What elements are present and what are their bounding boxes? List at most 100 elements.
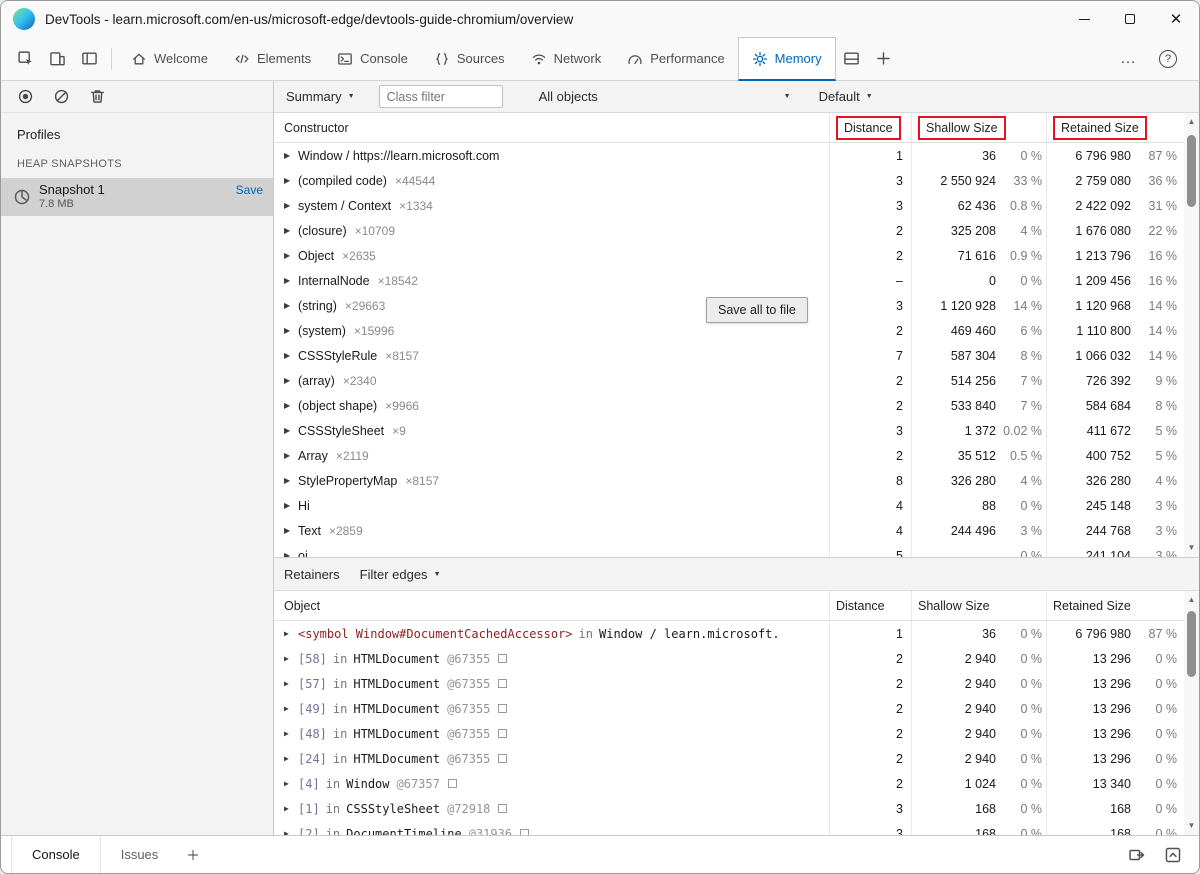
column-header-shallow-size[interactable]: Shallow Size — [918, 116, 1006, 140]
constructor-row[interactable]: ▶system / Context×1334362 4360.8 %2 422 … — [274, 193, 1199, 218]
constructor-row[interactable]: ▶(array)×23402514 2567 %726 3929 % — [274, 368, 1199, 393]
scroll-up-icon[interactable]: ▲ — [1184, 115, 1199, 129]
add-tab-icon[interactable] — [868, 43, 900, 75]
expand-arrow-icon[interactable]: ▶ — [284, 804, 298, 813]
retainer-row[interactable]: ▶<symbol Window#DocumentCachedAccessor>i… — [274, 621, 1199, 646]
expand-arrow-icon[interactable]: ▶ — [284, 426, 298, 435]
expand-arrow-icon[interactable]: ▶ — [284, 176, 298, 185]
constructor-row[interactable]: ▶Object×2635271 6160.9 %1 213 79616 % — [274, 243, 1199, 268]
device-emulation-icon[interactable] — [41, 43, 73, 75]
retainer-row[interactable]: ▶[4]inWindow@6735721 0240 %13 3400 % — [274, 771, 1199, 796]
column-header-constructor[interactable]: Constructor — [284, 121, 349, 135]
drawer-tab-issues[interactable]: Issues — [101, 836, 179, 873]
scrollbar-thumb[interactable] — [1187, 611, 1196, 677]
expand-arrow-icon[interactable]: ▶ — [284, 251, 298, 260]
retainer-row[interactable]: ▶[49]inHTMLDocument@6735522 9400 %13 296… — [274, 696, 1199, 721]
expand-drawer-icon[interactable] — [1161, 843, 1185, 867]
maximize-button[interactable] — [1107, 1, 1153, 37]
scrollbar-thumb[interactable] — [1187, 135, 1196, 207]
node-select[interactable]: Default ▼ — [819, 89, 873, 104]
class-filter-input[interactable] — [379, 85, 503, 108]
scroll-down-icon[interactable]: ▼ — [1184, 819, 1199, 833]
tab-sources[interactable]: Sources — [421, 37, 518, 80]
expand-arrow-icon[interactable]: ▶ — [284, 704, 298, 713]
dock-side-icon[interactable] — [836, 43, 868, 75]
retainers-scrollbar[interactable]: ▲ ▼ — [1184, 591, 1199, 835]
reveal-box-icon[interactable] — [520, 829, 529, 835]
expand-arrow-icon[interactable]: ▶ — [284, 151, 298, 160]
constructor-row[interactable]: ▶Array×2119235 5120.5 %400 7525 % — [274, 443, 1199, 468]
inspect-icon[interactable] — [9, 43, 41, 75]
retainer-row[interactable]: ▶[48]inHTMLDocument@6735522 9400 %13 296… — [274, 721, 1199, 746]
column-header-distance[interactable]: Distance — [836, 599, 885, 613]
expand-arrow-icon[interactable]: ▶ — [284, 301, 298, 310]
snapshot-save-link[interactable]: Save — [236, 184, 263, 198]
reveal-box-icon[interactable] — [498, 654, 507, 663]
reveal-box-icon[interactable] — [498, 804, 507, 813]
expand-arrow-icon[interactable]: ▶ — [284, 476, 298, 485]
expand-arrow-icon[interactable]: ▶ — [284, 779, 298, 788]
focus-panel-icon[interactable] — [73, 43, 105, 75]
save-all-to-file-button[interactable]: Save all to file — [706, 297, 808, 323]
reveal-box-icon[interactable] — [498, 679, 507, 688]
perspective-select[interactable]: Summary ▼ — [286, 89, 355, 104]
expand-arrow-icon[interactable]: ▶ — [284, 679, 298, 688]
expand-arrow-icon[interactable]: ▶ — [284, 401, 298, 410]
drawer-tab-console[interactable]: Console — [11, 836, 101, 873]
close-button[interactable]: ✕ — [1153, 1, 1199, 37]
reveal-box-icon[interactable] — [498, 754, 507, 763]
tab-welcome[interactable]: Welcome — [118, 37, 221, 80]
retainer-row[interactable]: ▶[57]inHTMLDocument@6735522 9400 %13 296… — [274, 671, 1199, 696]
expand-arrow-icon[interactable]: ▶ — [284, 829, 298, 835]
help-icon[interactable]: ? — [1159, 50, 1177, 68]
expand-arrow-icon[interactable]: ▶ — [284, 526, 298, 535]
reveal-box-icon[interactable] — [498, 729, 507, 738]
filter-edges-select[interactable]: Filter edges ▼ — [360, 567, 441, 582]
expand-arrow-icon[interactable]: ▶ — [284, 276, 298, 285]
column-header-distance[interactable]: Distance — [836, 116, 901, 140]
expand-arrow-icon[interactable]: ▶ — [284, 551, 298, 557]
add-drawer-tab-icon[interactable] — [178, 840, 208, 870]
expand-arrow-icon[interactable]: ▶ — [284, 326, 298, 335]
expand-arrow-icon[interactable]: ▶ — [284, 451, 298, 460]
retainer-row[interactable]: ▶[58]inHTMLDocument@6735522 9400 %13 296… — [274, 646, 1199, 671]
constructor-row[interactable]: ▶CSSStyleRule×81577587 3048 %1 066 03214… — [274, 343, 1199, 368]
delete-profile-button[interactable] — [87, 87, 107, 107]
constructor-row[interactable]: ▶Hi4880 %245 1483 % — [274, 493, 1199, 518]
column-header-object[interactable]: Object — [284, 599, 320, 613]
expand-arrow-icon[interactable]: ▶ — [284, 226, 298, 235]
expand-arrow-icon[interactable]: ▶ — [284, 351, 298, 360]
constructor-row[interactable]: ▶Text×28594244 4963 %244 7683 % — [274, 518, 1199, 543]
expand-arrow-icon[interactable]: ▶ — [284, 629, 298, 638]
constructor-scrollbar[interactable]: ▲ ▼ — [1184, 113, 1199, 557]
column-header-retained-size[interactable]: Retained Size — [1053, 116, 1147, 140]
reveal-box-icon[interactable] — [498, 704, 507, 713]
constructor-row[interactable]: ▶(compiled code)×4454432 550 92433 %2 75… — [274, 168, 1199, 193]
objects-select[interactable]: All objects ▼ — [539, 89, 791, 104]
expand-arrow-icon[interactable]: ▶ — [284, 654, 298, 663]
snapshot-item[interactable]: Snapshot 1 Save 7.8 MB — [1, 178, 273, 216]
constructor-row[interactable]: ▶Window / https://learn.microsoft.com136… — [274, 143, 1199, 168]
column-header-retained-size[interactable]: Retained Size — [1053, 599, 1131, 613]
column-header-shallow-size[interactable]: Shallow Size — [918, 599, 990, 613]
expand-arrow-icon[interactable]: ▶ — [284, 201, 298, 210]
expand-arrow-icon[interactable]: ▶ — [284, 754, 298, 763]
reveal-box-icon[interactable] — [448, 779, 457, 788]
more-options-icon[interactable]: … — [1112, 50, 1145, 68]
clear-profiles-button[interactable] — [51, 87, 71, 107]
tab-console[interactable]: Console — [324, 37, 421, 80]
constructor-row[interactable]: ▶InternalNode×18542–00 %1 209 45616 % — [274, 268, 1199, 293]
tab-memory[interactable]: Memory — [738, 37, 836, 81]
constructor-row[interactable]: ▶CSSStyleSheet×931 3720.02 %411 6725 % — [274, 418, 1199, 443]
constructor-row[interactable]: ▶oi50 %241 1043 % — [274, 543, 1199, 557]
retainer-row[interactable]: ▶[1]inCSSStyleSheet@7291831680 %1680 % — [274, 796, 1199, 821]
expand-arrow-icon[interactable]: ▶ — [284, 376, 298, 385]
minimize-button[interactable] — [1061, 1, 1107, 37]
open-console-panel-icon[interactable] — [1125, 843, 1149, 867]
retainer-row[interactable]: ▶[24]inHTMLDocument@6735522 9400 %13 296… — [274, 746, 1199, 771]
constructor-row[interactable]: ▶StylePropertyMap×81578326 2804 %326 280… — [274, 468, 1199, 493]
retainer-row[interactable]: ▶[2]inDocumentTimeline@3193631680 %1680 … — [274, 821, 1199, 835]
scroll-up-icon[interactable]: ▲ — [1184, 593, 1199, 607]
constructor-row[interactable]: ▶(object shape)×99662533 8407 %584 6848 … — [274, 393, 1199, 418]
tab-performance[interactable]: Performance — [614, 37, 737, 80]
